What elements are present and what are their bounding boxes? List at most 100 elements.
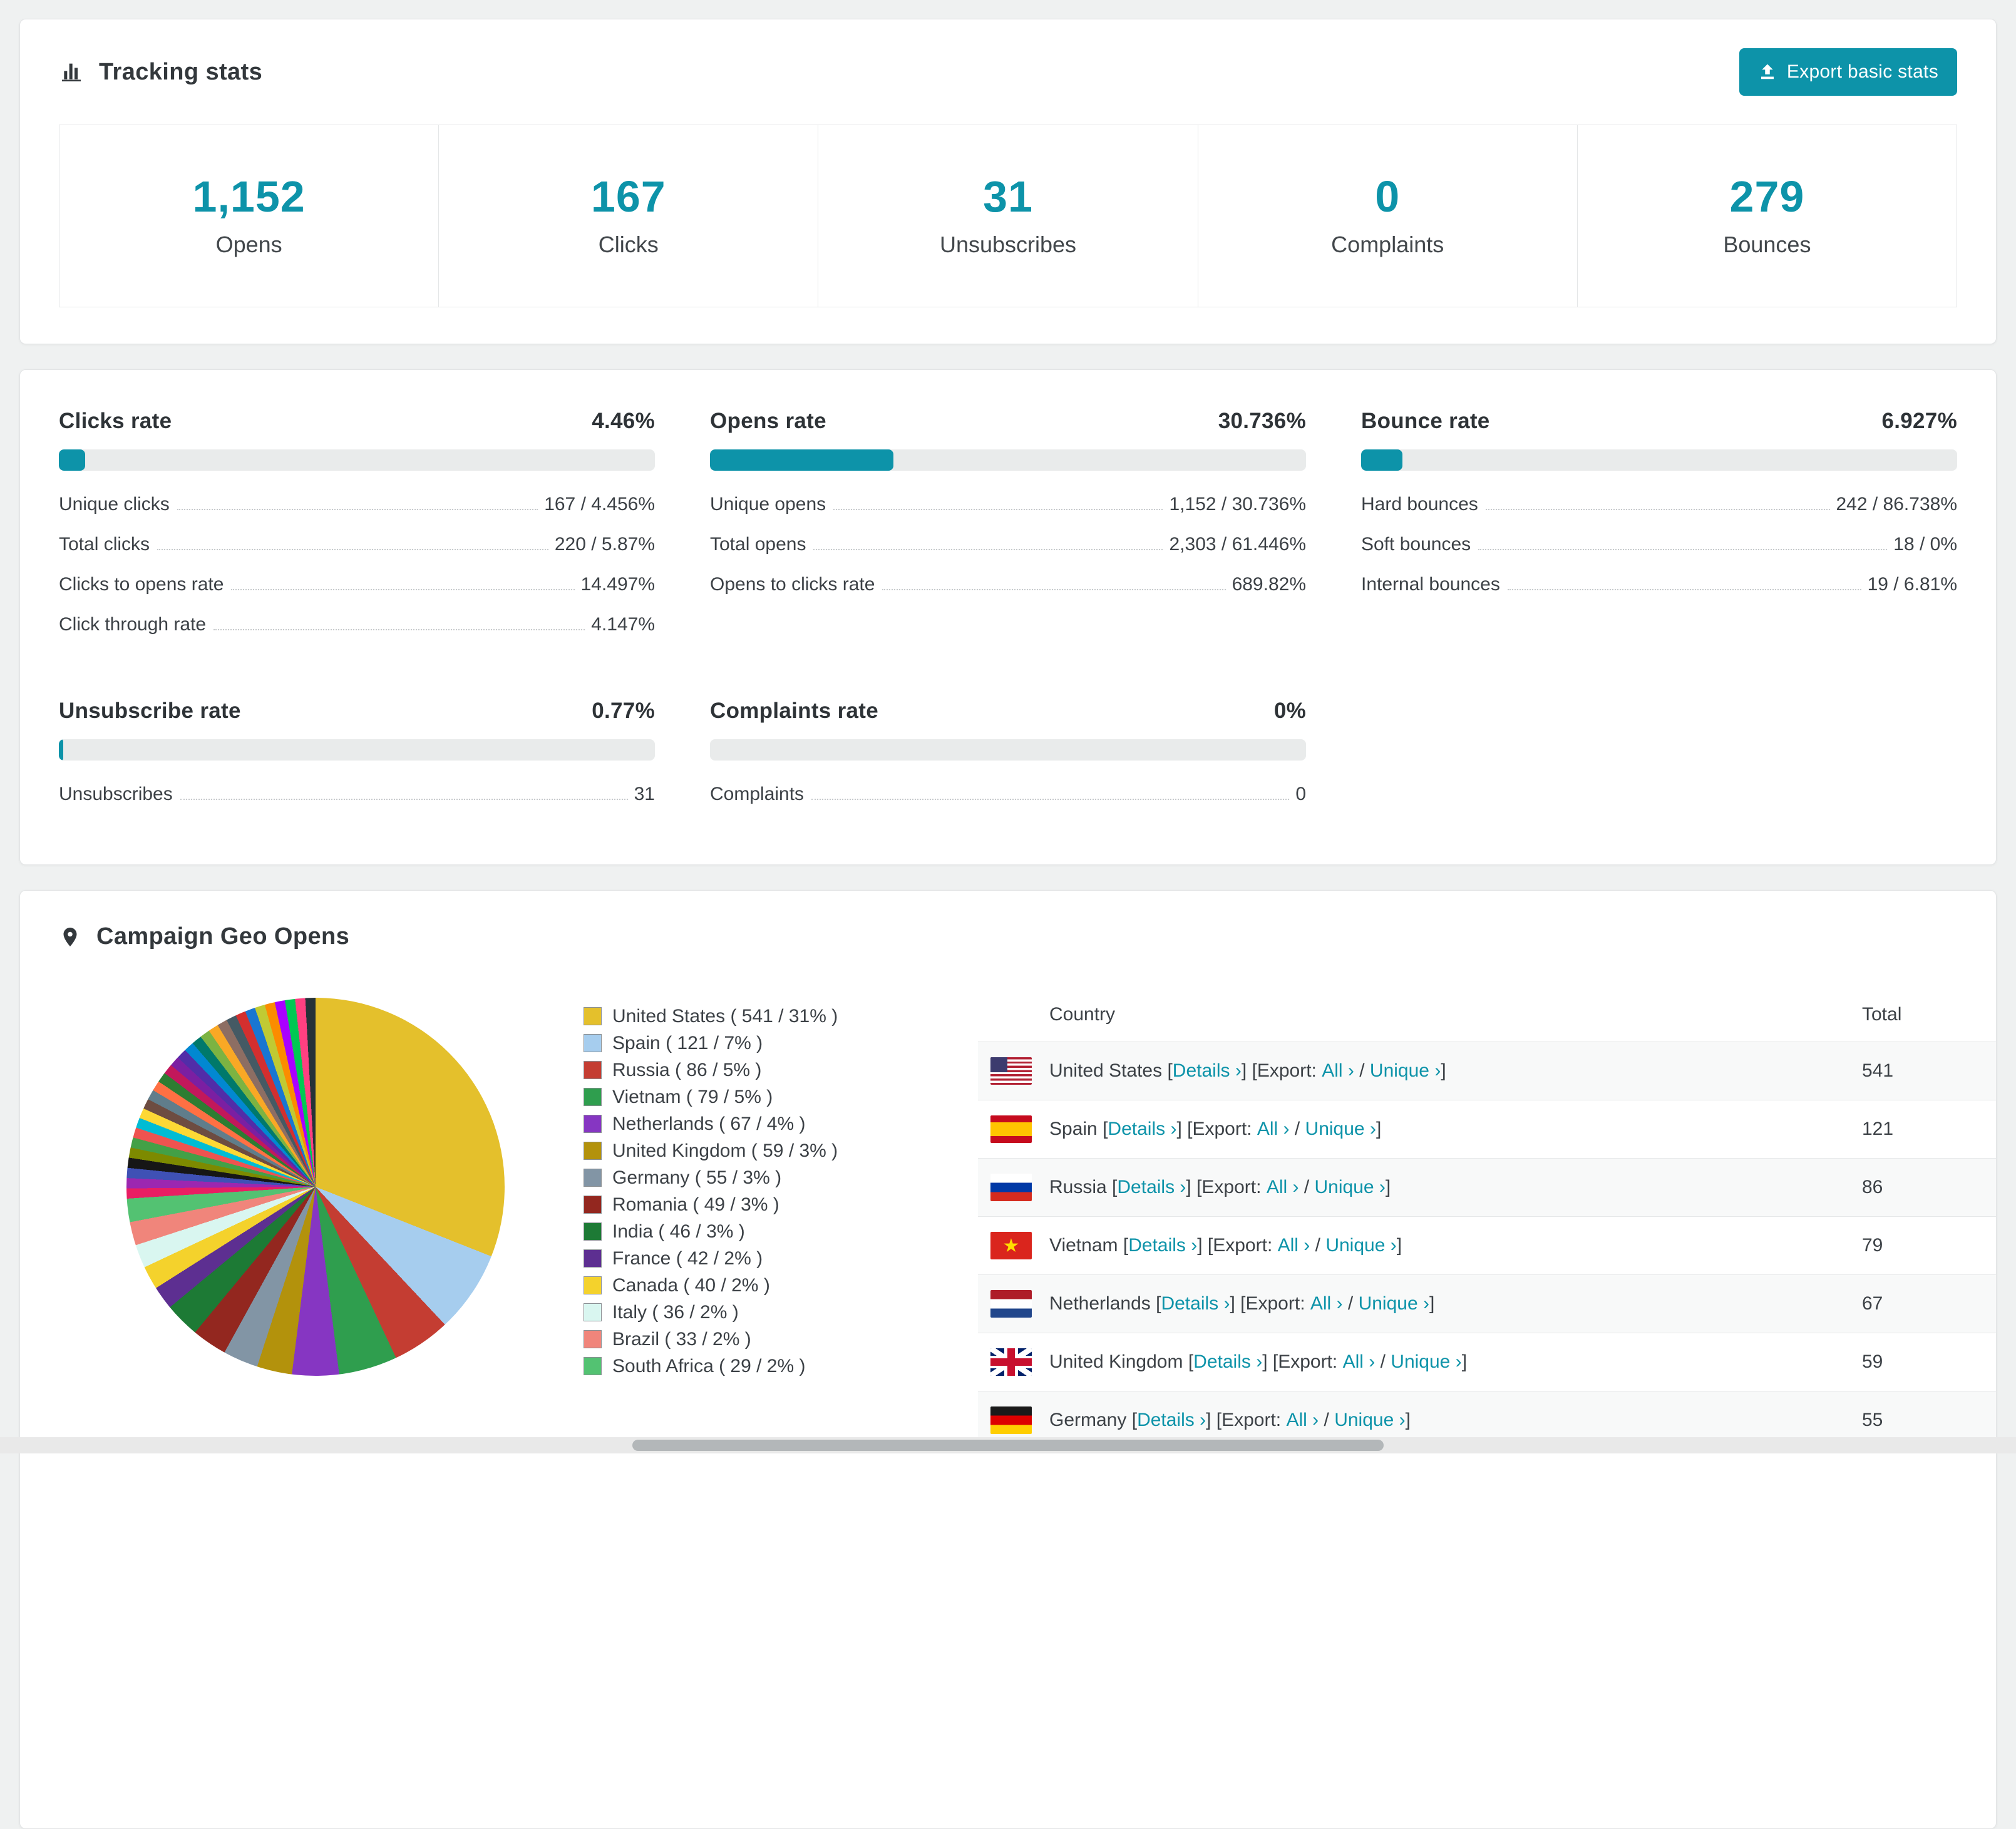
legend-swatch (584, 1196, 602, 1214)
export-unique-link[interactable]: Unique › (1334, 1410, 1405, 1430)
legend-swatch (584, 1357, 602, 1375)
stat-bounces: 279 Bounces (1578, 125, 1957, 307)
stat-line: Click through rate 4.147% (59, 614, 655, 635)
table-row-russia: Russia [Details ›] [Export: All › / Uniq… (978, 1158, 1996, 1217)
stat-line: Internal bounces 19 / 6.81% (1361, 574, 1957, 595)
legend-swatch (584, 1007, 602, 1025)
stat-line: Complaints 0 (710, 784, 1306, 804)
spain-flag-icon (990, 1115, 1032, 1143)
details-link[interactable]: Details › (1161, 1293, 1230, 1314)
opens-rate-progress-bar (710, 449, 1306, 471)
horizontal-scrollbar-thumb[interactable] (632, 1440, 1384, 1451)
details-link[interactable]: Details › (1137, 1410, 1206, 1430)
card-title-text: Tracking stats (99, 58, 263, 85)
stat-value: 279 (1729, 172, 1805, 221)
rate-percent: 4.46% (592, 409, 655, 433)
export-all-link[interactable]: All › (1286, 1410, 1319, 1430)
bounce-rate-section: Bounce rate 6.927% Hard bounces 242 / 86.… (1361, 409, 1957, 645)
geo-table: Country Total United States [Details ›] … (978, 986, 1996, 1450)
table-row-united-states: United States [Details ›] [Export: All ›… (978, 1042, 1996, 1100)
legend-swatch (584, 1303, 602, 1321)
export-all-link[interactable]: All › (1257, 1119, 1290, 1139)
export-unique-link[interactable]: Unique › (1391, 1351, 1461, 1372)
stat-label: Unsubscribes (939, 232, 1077, 257)
export-unique-link[interactable]: Unique › (1305, 1119, 1376, 1139)
total-value: 59 (1852, 1333, 1996, 1391)
stat-line: Clicks to opens rate 14.497% (59, 574, 655, 595)
legend-swatch (584, 1249, 602, 1268)
details-link[interactable]: Details › (1117, 1177, 1186, 1197)
rate-percent: 0.77% (592, 699, 655, 723)
total-value: 79 (1852, 1216, 1996, 1275)
export-button-label: Export basic stats (1786, 61, 1938, 82)
export-all-link[interactable]: All › (1278, 1235, 1310, 1256)
stat-label: Bounces (1723, 232, 1811, 257)
opens-rate-section: Opens rate 30.736% Unique opens 1,152 / 3… (710, 409, 1306, 645)
netherlands-flag-icon (990, 1290, 1032, 1318)
stat-label: Clicks (598, 232, 659, 257)
complaints-rate-section: Complaints rate 0% Complaints 0 (710, 699, 1306, 814)
tracking-stats-header: Tracking stats Export basic stats (20, 19, 1996, 121)
legend-item: Italy ( 36 / 2% ) (584, 1299, 897, 1326)
details-link[interactable]: Details › (1128, 1235, 1197, 1256)
vietnam-flag-icon (990, 1232, 1032, 1259)
stat-line: Total clicks 220 / 5.87% (59, 534, 655, 555)
russia-flag-icon (990, 1174, 1032, 1201)
legend-item: Canada ( 40 / 2% ) (584, 1272, 897, 1299)
stat-unsubscribes: 31 Unsubscribes (818, 125, 1198, 307)
rates-card: Clicks rate 4.46% Unique clicks 167 / 4.4… (19, 369, 1997, 865)
rate-title: Complaints rate (710, 699, 878, 723)
united-kingdom-flag-icon (990, 1348, 1032, 1376)
legend-item: India ( 46 / 3% ) (584, 1218, 897, 1245)
germany-flag-icon (990, 1406, 1032, 1434)
geo-title: Campaign Geo Opens (59, 923, 349, 950)
rate-percent: 30.736% (1218, 409, 1306, 433)
legend-item: Russia ( 86 / 5% ) (584, 1057, 897, 1084)
stat-line: Opens to clicks rate 689.82% (710, 574, 1306, 595)
progress-fill (1361, 449, 1402, 471)
stat-complaints: 0 Complaints (1198, 125, 1578, 307)
stat-value: 0 (1375, 172, 1401, 221)
bounce-rate-progress-bar (1361, 449, 1957, 471)
stat-line: Unique clicks 167 / 4.456% (59, 494, 655, 515)
stat-label: Opens (215, 232, 282, 257)
stat-value: 31 (983, 172, 1033, 221)
legend-swatch (584, 1088, 602, 1106)
total-value: 121 (1852, 1100, 1996, 1159)
united-states-flag-icon (990, 1057, 1032, 1085)
legend-swatch (584, 1222, 602, 1241)
stat-line: Total opens 2,303 / 61.446% (710, 534, 1306, 555)
card-title-text: Campaign Geo Opens (96, 923, 350, 950)
export-all-link[interactable]: All › (1267, 1177, 1299, 1197)
geo-opens-pie-chart (126, 998, 505, 1376)
stat-line: Hard bounces 242 / 86.738% (1361, 494, 1957, 515)
export-unique-link[interactable]: Unique › (1315, 1177, 1386, 1197)
details-link[interactable]: Details › (1193, 1351, 1262, 1372)
stat-line: Soft bounces 18 / 0% (1361, 534, 1957, 555)
details-link[interactable]: Details › (1108, 1119, 1176, 1139)
pie-legend: United States ( 541 / 31% ) Spain ( 121 … (584, 1003, 897, 1380)
clicks-rate-section: Clicks rate 4.46% Unique clicks 167 / 4.4… (59, 409, 655, 645)
unsubscribe-rate-progress-bar (59, 739, 655, 761)
total-column-header: Total (1852, 986, 1996, 1042)
rate-title: Opens rate (710, 409, 826, 433)
bar-chart-icon (62, 63, 81, 81)
campaign-geo-opens-card: Campaign Geo Opens United States ( 541 /… (19, 890, 1997, 1829)
legend-swatch (584, 1061, 602, 1079)
country-column-header: Country (978, 986, 1852, 1042)
table-row-netherlands: Netherlands [Details ›] [Export: All › /… (978, 1274, 1996, 1333)
legend-item: Netherlands ( 67 / 4% ) (584, 1110, 897, 1137)
progress-fill (59, 739, 64, 761)
export-unique-link[interactable]: Unique › (1370, 1060, 1441, 1081)
details-link[interactable]: Details › (1173, 1060, 1242, 1081)
geo-content: United States ( 541 / 31% ) Spain ( 121 … (20, 963, 1996, 1450)
export-all-link[interactable]: All › (1310, 1293, 1343, 1314)
export-all-link[interactable]: All › (1343, 1351, 1376, 1372)
rate-percent: 0% (1273, 699, 1306, 723)
export-basic-stats-button[interactable]: Export basic stats (1739, 48, 1957, 96)
export-unique-link[interactable]: Unique › (1359, 1293, 1429, 1314)
export-unique-link[interactable]: Unique › (1325, 1235, 1396, 1256)
total-value: 541 (1852, 1042, 1996, 1100)
export-all-link[interactable]: All › (1322, 1060, 1354, 1081)
legend-swatch (584, 1330, 602, 1348)
